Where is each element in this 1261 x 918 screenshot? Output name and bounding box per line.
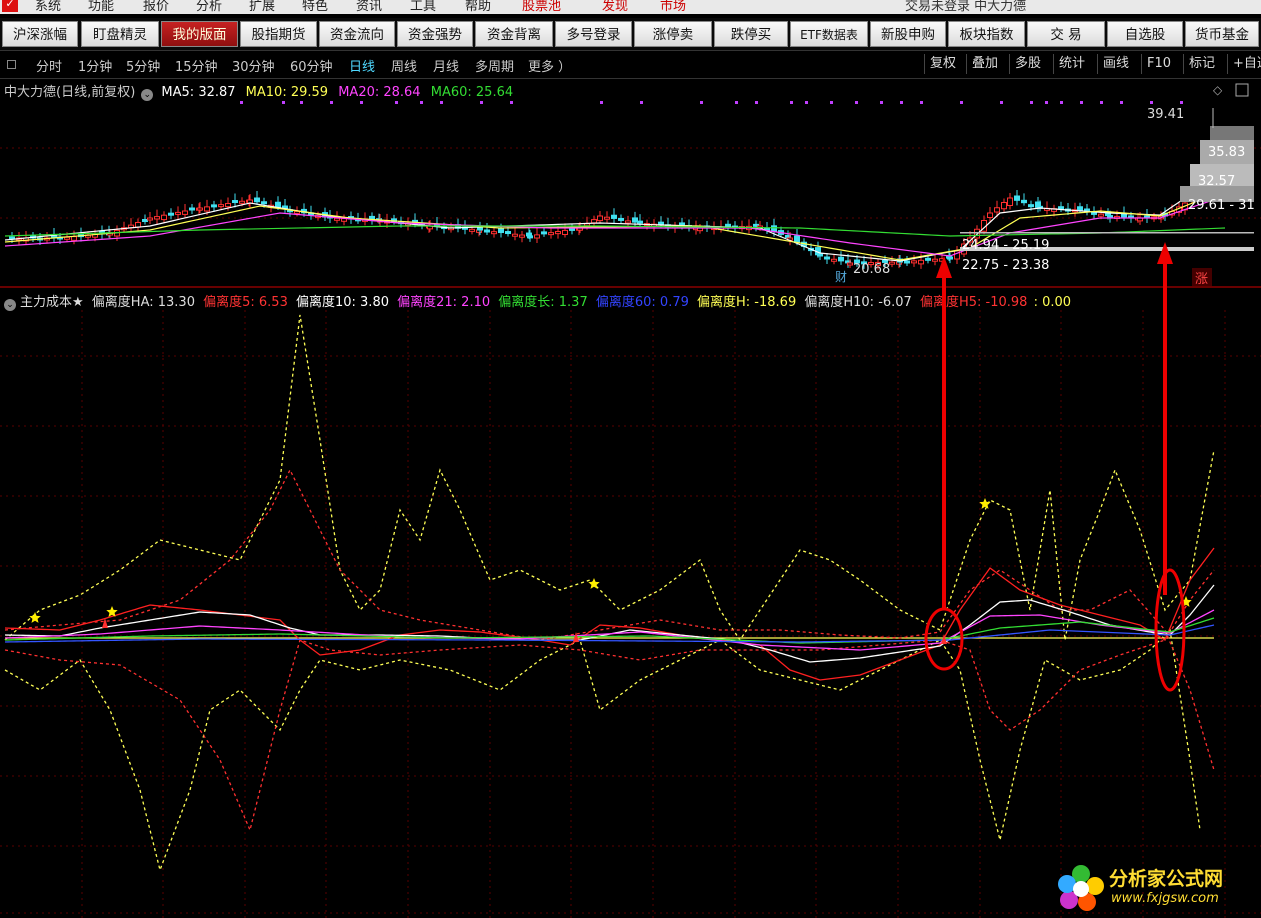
flower-logo-icon xyxy=(1058,865,1104,911)
watermark-url: www.fxjgsw.com xyxy=(1111,891,1219,906)
arrow-1-head xyxy=(936,256,952,278)
watermark-title: 分析家公式网 xyxy=(1109,868,1224,890)
arrow-2-head xyxy=(1157,242,1173,264)
watermark: 分析家公式网 www.fxjgsw.com xyxy=(1055,862,1255,914)
annotation-arrows xyxy=(936,242,1173,610)
